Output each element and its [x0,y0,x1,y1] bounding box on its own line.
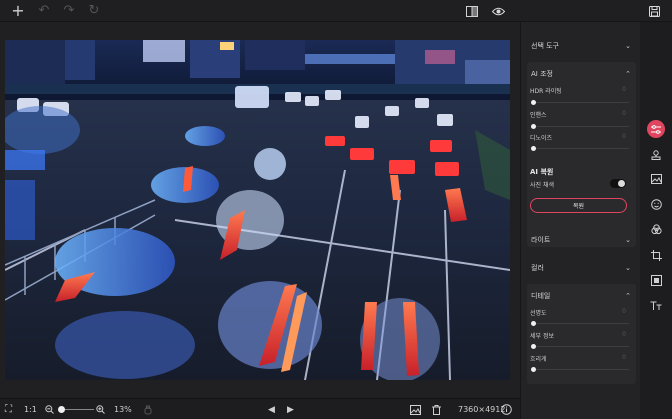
chevron-down-icon: ⌄ [625,236,631,244]
chevron-up-icon: ⌃ [625,292,631,300]
chevron-up-icon: ⌃ [625,70,631,78]
ai-adjust-header[interactable]: AI 조정 ⌃ [521,62,640,86]
text-icon[interactable] [647,297,665,315]
enhance-value: 0 [622,110,626,117]
enhance-slider[interactable] [531,124,629,129]
reset-icon[interactable]: ↻ [86,3,102,19]
zoom-slider[interactable] [60,409,94,410]
photo-recolor-toggle[interactable] [610,179,626,188]
save-icon[interactable] [646,3,662,19]
detail-info-label: 세부 정보 [530,333,554,340]
eye-icon[interactable] [490,3,506,19]
zoom-slider-knob[interactable] [58,406,65,413]
color-circles-icon[interactable] [647,220,665,238]
color-label: 컬러 [531,264,544,272]
blur-value: 0 [622,354,626,361]
hand-tool-icon[interactable] [144,402,152,417]
enhance-label: 인핸스 [530,112,547,119]
next-image-icon[interactable]: ▶ [287,402,294,417]
top-toolbar: + ↶ ↷ ↻ [0,0,672,22]
undo-icon[interactable]: ↶ [36,3,52,19]
slider-knob[interactable] [531,321,536,326]
canvas-area [0,22,520,398]
denoise-label: 디노이즈 [530,135,553,142]
light-label: 라이트 [531,236,551,244]
fit-screen-icon[interactable]: ⛶ [5,402,12,417]
trash-icon[interactable] [432,402,441,417]
select-tool-label: 선택 도구 [531,42,559,50]
restore-button[interactable]: 복원 [530,198,627,213]
detail-info-slider[interactable] [531,344,629,349]
sharpness-slider[interactable] [531,321,629,326]
color-section[interactable]: 컬러 ⌄ [521,256,640,280]
slider-knob[interactable] [531,100,536,105]
photo-editor-app: + ↶ ↷ ↻ ⛶ 1:1 13% ◀ ▶ 7360×4912 선택 도구 ⌄ … [0,0,672,419]
denoise-slider[interactable] [531,146,629,151]
detail-box: 디테일 ⌃ 선명도 0 세부 정보 0 흐리게 0 [527,284,636,384]
slider-knob[interactable] [531,124,536,129]
tool-rail [640,22,672,419]
photo-recolor-label: 사진 채색 [530,182,554,189]
hdr-lighting-slider[interactable] [531,100,629,105]
image-icon[interactable] [647,170,665,188]
blur-slider[interactable] [531,367,629,372]
face-icon[interactable] [647,195,665,213]
night-traffic-photo[interactable] [5,40,510,380]
previous-image-icon[interactable]: ◀ [268,402,275,417]
slider-knob[interactable] [531,146,536,151]
adjustment-panel: 선택 도구 ⌄ AI 조정 ⌃ HDR 라이팅 0 인핸스 0 디노이즈 0 A… [520,22,640,419]
redo-icon[interactable]: ↷ [61,3,77,19]
denoise-value: 0 [622,133,626,140]
hdr-lighting-label: HDR 라이팅 [530,88,562,95]
detail-info-value: 0 [622,331,626,338]
crop-icon[interactable] [647,246,665,264]
sliders-icon[interactable] [647,120,665,138]
info-icon[interactable] [501,402,512,417]
detail-title: 디테일 [531,292,551,300]
slider-knob[interactable] [531,367,536,372]
frame-icon[interactable] [647,271,665,289]
detail-header[interactable]: 디테일 ⌃ [521,284,640,308]
chevron-down-icon: ⌄ [625,264,631,272]
stamp-icon[interactable] [647,146,665,164]
zoom-out-icon[interactable] [45,402,54,417]
compare-icon[interactable] [464,3,480,19]
slider-knob[interactable] [531,344,536,349]
light-section[interactable]: 라이트 ⌄ [521,228,640,252]
image-dimensions: 7360×4912 [458,405,506,414]
ai-restore-title: AI 복원 [530,168,554,176]
toggle-knob [618,180,625,187]
image-icon[interactable] [410,402,421,417]
chevron-down-icon: ⌄ [625,42,631,50]
blur-label: 흐리게 [530,356,547,363]
zoom-percent: 13% [114,405,132,414]
select-tool-section[interactable]: 선택 도구 ⌄ [521,34,640,58]
zoom-in-icon[interactable] [96,402,105,417]
ai-adjust-box: AI 조정 ⌃ HDR 라이팅 0 인핸스 0 디노이즈 0 AI 복원 사진 … [527,62,636,247]
bottom-bar: ⛶ 1:1 13% ◀ ▶ 7360×4912 [0,398,520,419]
ai-adjust-title: AI 조정 [531,70,553,78]
sharpness-value: 0 [622,308,626,315]
hdr-lighting-value: 0 [622,86,626,93]
sharpness-label: 선명도 [530,310,547,317]
actual-size-button[interactable]: 1:1 [24,402,37,417]
add-icon[interactable]: + [10,3,26,19]
